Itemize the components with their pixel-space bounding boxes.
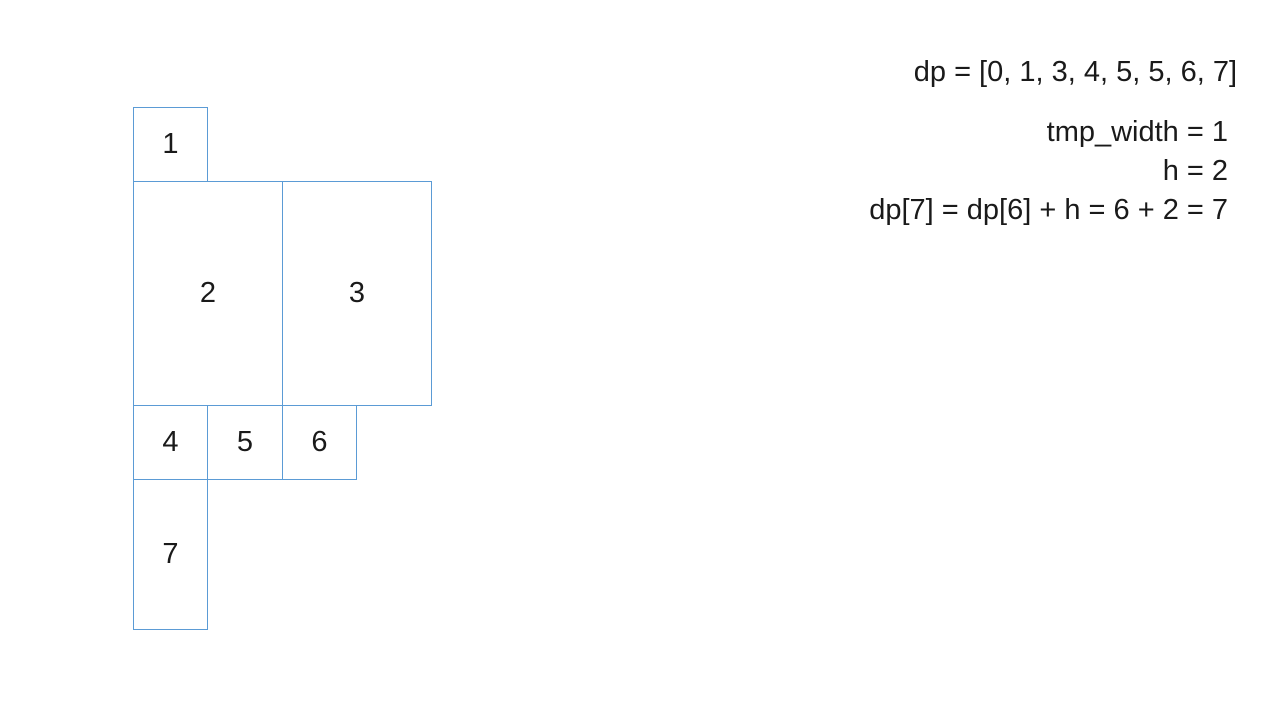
block-4: 4 [133, 405, 208, 480]
block-1: 1 [133, 107, 208, 182]
block-6-label: 6 [311, 426, 328, 458]
block-6: 6 [282, 405, 357, 480]
block-5-label: 5 [236, 426, 254, 458]
block-4-label: 4 [162, 426, 179, 458]
block-5: 5 [207, 405, 283, 480]
tmp-width-text: tmp_width = 1 [1046, 116, 1228, 148]
block-2: 2 [133, 181, 283, 406]
block-1-label: 1 [162, 128, 179, 160]
dp-calculation-text: dp[7] = dp[6] + h = 6 + 2 = 7 [869, 194, 1228, 226]
block-3-label: 3 [348, 277, 366, 309]
h-value-text: h = 2 [1162, 155, 1228, 187]
block-2-label: 2 [199, 277, 217, 309]
block-7-label: 7 [162, 538, 179, 570]
block-3: 3 [282, 181, 432, 406]
dp-array-text: dp = [0, 1, 3, 4, 5, 5, 6, 7] [913, 56, 1237, 88]
block-7: 7 [133, 479, 208, 630]
